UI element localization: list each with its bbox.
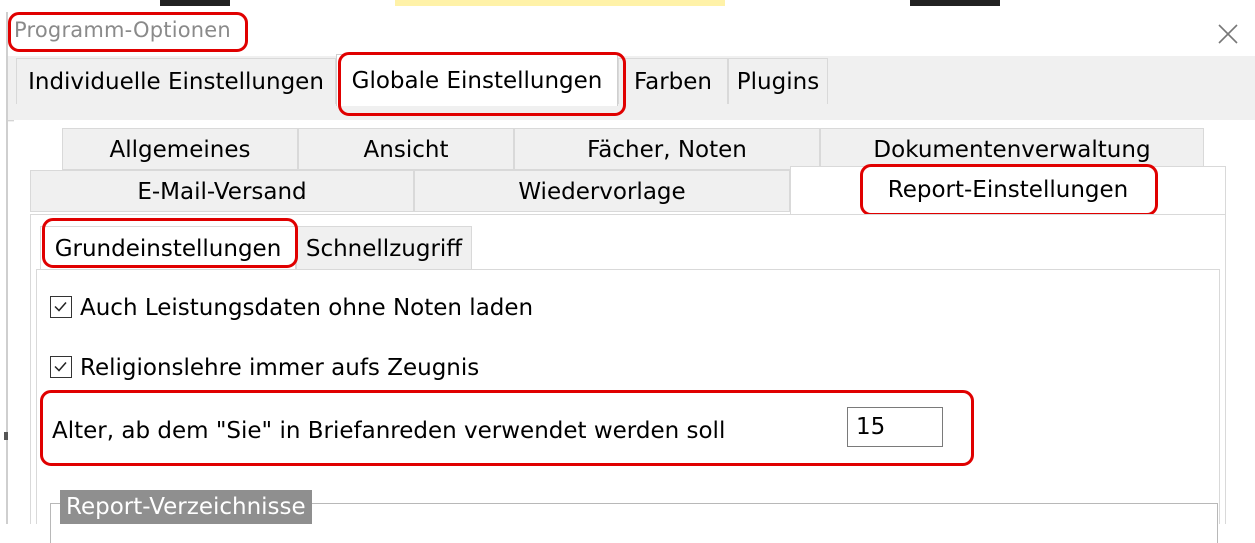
tab-ansicht[interactable]: Ansicht bbox=[298, 128, 514, 170]
tab-globale-einstellungen[interactable]: Globale Einstellungen bbox=[336, 54, 618, 106]
background-highlight bbox=[395, 0, 725, 6]
window-title: Programm-Optionen bbox=[14, 18, 231, 42]
close-button[interactable] bbox=[1210, 16, 1246, 52]
checkbox-religionslehre[interactable] bbox=[50, 356, 72, 378]
checkbox-leistungsdaten[interactable] bbox=[50, 296, 72, 318]
tab-schnellzugriff[interactable]: Schnellzugriff bbox=[296, 226, 472, 270]
close-icon bbox=[1218, 24, 1238, 44]
tab-individuelle-einstellungen[interactable]: Individuelle Einstellungen bbox=[16, 58, 336, 104]
checkbox-leistungsdaten-row[interactable]: Auch Leistungsdaten ohne Noten laden bbox=[50, 292, 533, 324]
tab-grundeinstellungen[interactable]: Grundeinstellungen bbox=[40, 226, 296, 270]
formal-age-label: Alter, ab dem "Sie" in Briefanreden verw… bbox=[52, 418, 726, 444]
tab-plugins[interactable]: Plugins bbox=[728, 58, 828, 104]
tab-farben[interactable]: Farben bbox=[618, 58, 728, 104]
checkmark-icon bbox=[54, 362, 67, 372]
checkbox-leistungsdaten-label: Auch Leistungsdaten ohne Noten laden bbox=[80, 295, 534, 321]
checkbox-religionslehre-row[interactable]: Religionslehre immer aufs Zeugnis bbox=[50, 352, 479, 384]
tab-dokumentenverwaltung[interactable]: Dokumentenverwaltung bbox=[820, 128, 1204, 170]
tab-allgemeines[interactable]: Allgemeines bbox=[62, 128, 298, 170]
tab-email-versand[interactable]: E-Mail-Versand bbox=[30, 170, 414, 212]
tab-faecher-noten[interactable]: Fächer, Noten bbox=[514, 128, 820, 170]
checkbox-religionslehre-label: Religionslehre immer aufs Zeugnis bbox=[80, 355, 480, 381]
tab-report-einstellungen[interactable]: Report-Einstellungen bbox=[790, 166, 1226, 215]
tab-wiedervorlage[interactable]: Wiedervorlage bbox=[414, 170, 790, 212]
background-tick bbox=[4, 432, 8, 440]
checkmark-icon bbox=[54, 302, 67, 312]
background-text-fragment bbox=[160, 0, 230, 6]
formal-age-input[interactable] bbox=[847, 407, 943, 447]
background-text-fragment bbox=[910, 0, 1000, 6]
report-verzeichnisse-title: Report-Verzeichnisse bbox=[60, 490, 312, 524]
